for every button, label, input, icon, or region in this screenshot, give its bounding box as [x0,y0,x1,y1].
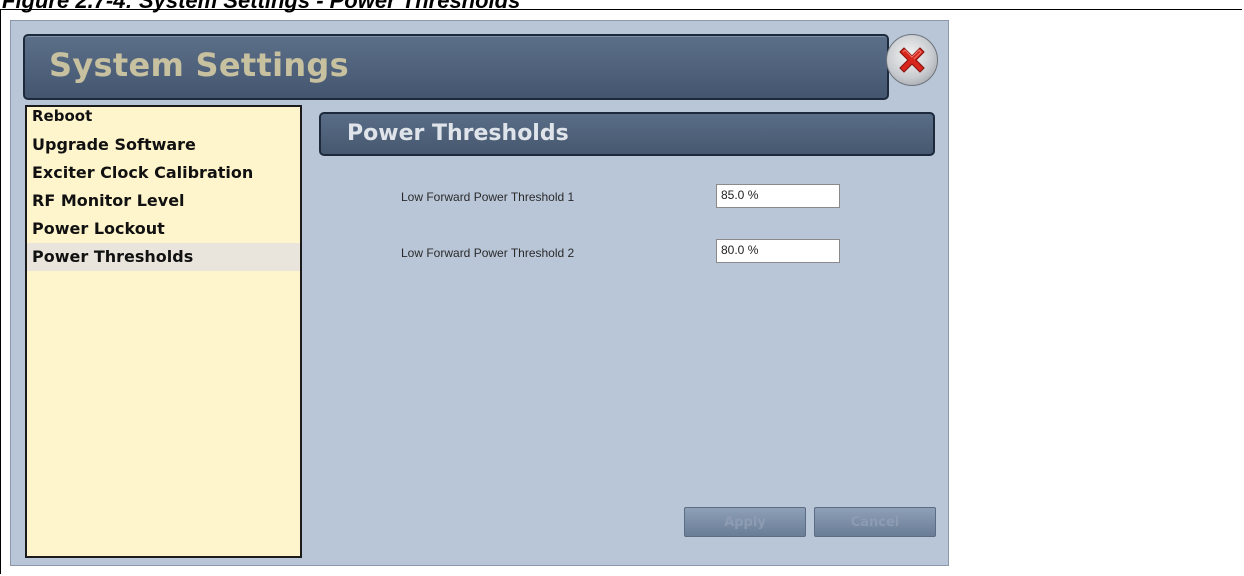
sidebar-menu: Reboot Upgrade Software Exciter Clock Ca… [25,105,302,558]
sidebar-item-upgrade-software[interactable]: Upgrade Software [27,131,300,159]
title-bar: System Settings [23,34,889,100]
cancel-button[interactable]: Cancel [814,507,936,537]
threshold-1-label: Low Forward Power Threshold 1 [401,190,575,204]
system-settings-window: System Settings Reboot Upgrade Software … [10,20,949,566]
sidebar-item-power-thresholds[interactable]: Power Thresholds [27,243,300,271]
sidebar-item-rf-monitor-level[interactable]: RF Monitor Level [27,187,300,215]
sidebar-item-reboot[interactable]: Reboot [27,107,300,131]
section-title: Power Thresholds [347,121,569,146]
threshold-2-label: Low Forward Power Threshold 2 [401,246,575,260]
section-header: Power Thresholds [319,112,935,156]
close-button[interactable] [886,34,938,86]
threshold-2-input[interactable]: 80.0 % [716,239,840,263]
threshold-1-input[interactable]: 85.0 % [716,184,840,208]
sidebar-item-exciter-clock-calibration[interactable]: Exciter Clock Calibration [27,159,300,187]
sidebar-item-power-lockout[interactable]: Power Lockout [27,215,300,243]
apply-button[interactable]: Apply [684,507,806,537]
close-x-icon [899,47,925,73]
window-title: System Settings [49,46,349,84]
